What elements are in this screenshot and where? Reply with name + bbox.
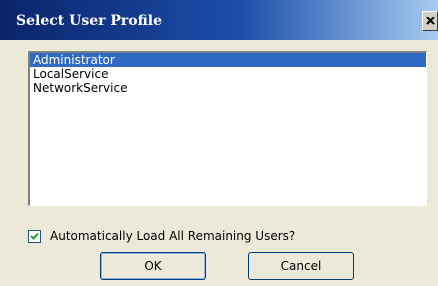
auto-load-checkbox[interactable] [28,230,41,243]
auto-load-label[interactable]: Automatically Load All Remaining Users? [50,229,295,243]
close-icon [426,17,435,25]
close-button[interactable] [422,11,438,31]
list-item-administrator[interactable]: Administrator [30,53,426,67]
ok-button[interactable]: OK [100,252,206,280]
list-item-localservice[interactable]: LocalService [30,67,426,81]
select-user-profile-dialog: Select User Profile Administrator LocalS… [0,0,438,286]
list-item-networkservice[interactable]: NetworkService [30,81,426,95]
window-title: Select User Profile [16,13,163,29]
cancel-button[interactable]: Cancel [248,252,354,280]
checkmark-icon [30,232,39,240]
user-profile-list[interactable]: Administrator LocalService NetworkServic… [28,51,427,206]
title-bar[interactable]: Select User Profile [0,0,438,40]
